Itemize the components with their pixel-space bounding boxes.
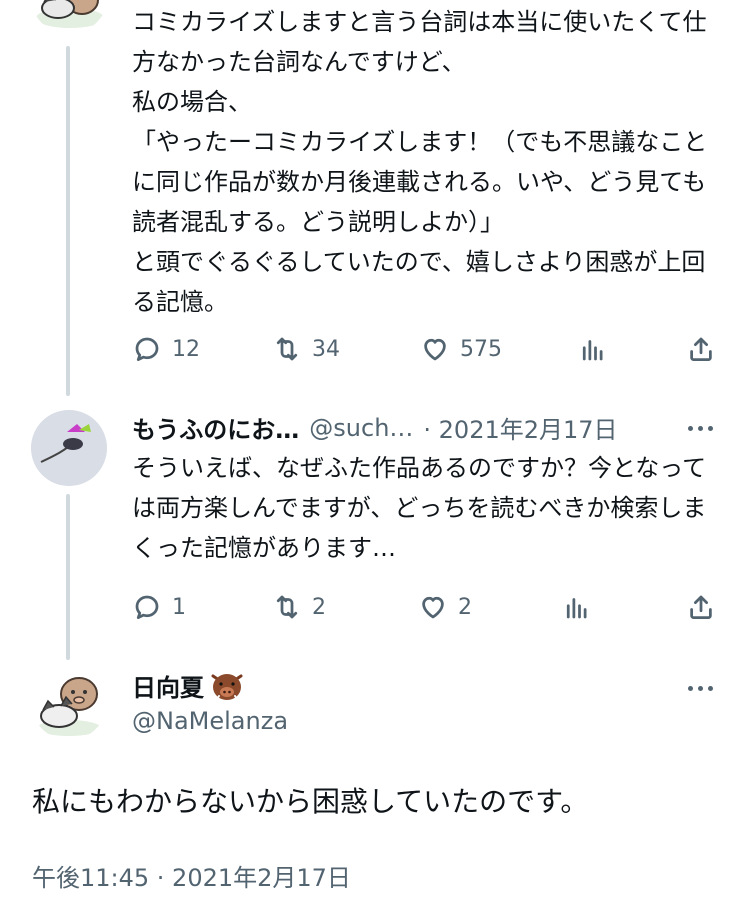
tweet2-retweet-count: 2 (312, 594, 326, 620)
like-icon (422, 596, 444, 619)
tweet2-author-name[interactable]: もうふのにお… (132, 410, 299, 445)
tweet1-retweet-button[interactable]: 34 (272, 334, 340, 364)
avatar-main[interactable] (31, 664, 107, 740)
retweet-icon (276, 337, 298, 361)
views-icon (566, 598, 587, 619)
tweet1-retweet-count: 34 (312, 336, 340, 362)
tweet2-share-button[interactable] (686, 592, 716, 622)
tweet2-more-button[interactable] (688, 426, 713, 431)
bird-avatar-icon (31, 410, 107, 486)
tweet2-reply-count: 1 (172, 594, 186, 620)
like-icon (424, 338, 446, 361)
tweet1-like-button[interactable]: 575 (420, 334, 502, 364)
cat-boar-avatar-icon (36, 0, 104, 28)
reply-icon (135, 595, 159, 619)
more-dot (708, 426, 713, 431)
tweet2-like-button[interactable]: 2 (418, 592, 472, 622)
more-dot (708, 686, 713, 691)
tweet2-reply-button[interactable]: 1 (132, 592, 186, 622)
avatar-tweet2[interactable] (31, 410, 107, 486)
tweet2-date[interactable]: · 2021年2月17日 (423, 410, 617, 445)
retweet-icon (276, 595, 298, 619)
thread-line-2 (66, 494, 70, 660)
more-dot (698, 426, 703, 431)
more-icon (688, 426, 693, 431)
reply-icon (135, 337, 159, 361)
tweet1-text: コミカライズしますと言う台詞は本当に使いたくて仕方なかった台詞なんですけど、 私… (132, 8, 708, 316)
main-author-name[interactable]: 日向夏 (132, 668, 204, 703)
tweet2-author-handle[interactable]: @such… (309, 414, 413, 442)
thread-line-1 (66, 46, 70, 396)
tweet1-like-count: 575 (460, 336, 502, 362)
tweet1-share-button[interactable] (686, 334, 716, 364)
tweet2-retweet-button[interactable]: 2 (272, 592, 326, 622)
share-icon (690, 595, 712, 619)
main-author-handle[interactable]: @NaMelanza (132, 707, 288, 735)
main-tweet-timestamp[interactable]: 午後11:45 · 2021年2月17日 (32, 858, 351, 893)
main-tweet-more-button[interactable] (688, 686, 713, 691)
boar-emoji-icon (211, 673, 243, 700)
avatar-top[interactable] (30, 0, 108, 34)
tweet1-views-button[interactable] (578, 334, 608, 364)
main-tweet-header: 日向夏 @NaMelanza (132, 668, 288, 735)
more-dot (698, 686, 703, 691)
cat-boar-avatar-icon (37, 677, 101, 736)
tweet2-views-button[interactable] (562, 592, 592, 622)
more-icon (688, 686, 693, 691)
tweet2-header: もうふのにお… @such… · 2021年2月17日 (132, 410, 618, 445)
share-icon (690, 337, 712, 361)
tweet1-reply-button[interactable]: 12 (132, 334, 200, 364)
main-tweet-text: 私にもわからないから困惑していたのです。 (32, 785, 589, 818)
tweet2-like-count: 2 (458, 594, 472, 620)
tweet2-text: そういえば、なぜふた作品あるのですか？今となっては両方楽しんでますが、どっちを読… (132, 454, 707, 562)
views-icon (582, 340, 603, 361)
tweet1-reply-count: 12 (172, 336, 200, 362)
